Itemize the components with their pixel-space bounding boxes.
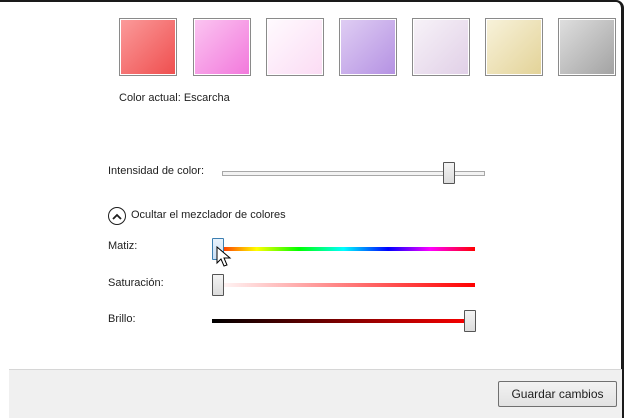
brightness-slider-track[interactable]	[212, 319, 475, 323]
swatch-fill	[268, 20, 322, 74]
saturation-slider-track[interactable]	[212, 283, 475, 287]
hue-slider-track[interactable]	[212, 247, 475, 251]
swatch-cream[interactable]	[485, 18, 543, 76]
swatch-pink[interactable]	[193, 18, 251, 76]
current-color-text: Color actual: Escarcha	[119, 92, 230, 104]
hide-color-mixer-link[interactable]: Ocultar el mezclador de colores	[131, 209, 286, 221]
current-color-label: Color actual:	[119, 92, 181, 104]
intensity-slider-thumb[interactable]	[443, 162, 455, 184]
current-color-value: Escarcha	[183, 92, 230, 104]
swatch-lavender[interactable]	[339, 18, 397, 76]
saturation-slider-thumb[interactable]	[212, 274, 224, 296]
chevron-up-icon[interactable]	[108, 207, 126, 225]
swatch-fill	[341, 20, 395, 74]
brightness-label: Brillo:	[108, 313, 136, 325]
swatch-frost[interactable]	[412, 18, 470, 76]
swatch-fill	[195, 20, 249, 74]
swatch-fill	[121, 20, 175, 74]
swatch-fill	[487, 20, 541, 74]
save-changes-button[interactable]: Guardar cambios	[498, 381, 617, 407]
swatch-fill	[560, 20, 614, 74]
saturation-label: Saturación:	[108, 277, 164, 289]
mouse-cursor-icon	[216, 246, 232, 267]
brightness-slider-thumb[interactable]	[464, 310, 476, 332]
color-and-appearance-window: Color actual: Escarcha Intensidad de col…	[0, 0, 625, 418]
hue-label: Matiz:	[108, 240, 138, 252]
swatch-red[interactable]	[119, 18, 177, 76]
swatch-gray[interactable]	[558, 18, 616, 76]
intensity-label: Intensidad de color:	[108, 165, 205, 177]
swatch-light-pink[interactable]	[266, 18, 324, 76]
chevron-up-glyph	[112, 213, 122, 220]
swatch-fill	[414, 20, 468, 74]
